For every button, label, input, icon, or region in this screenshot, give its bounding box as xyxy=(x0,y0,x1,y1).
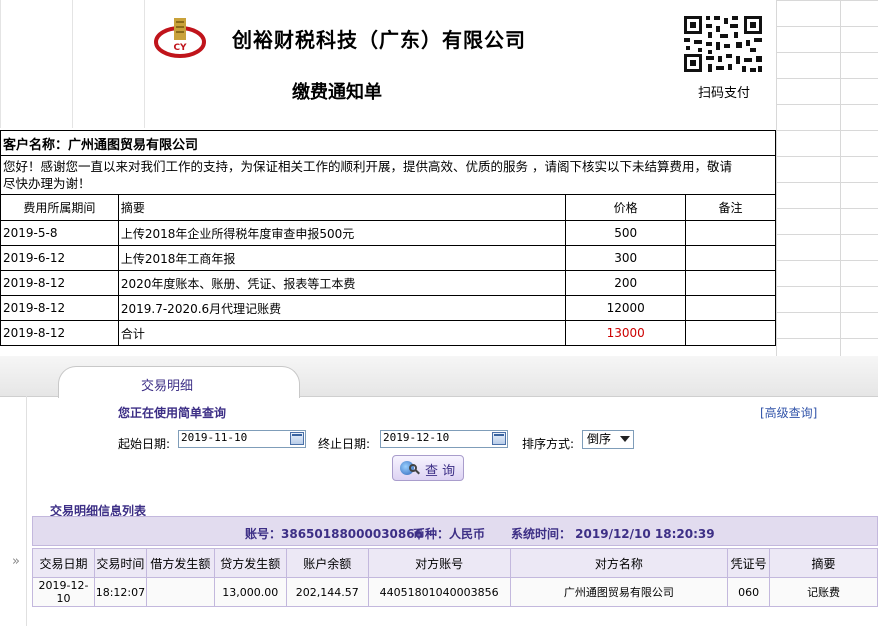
row-summary: 上传2018年企业所得税年度审查申报500元 xyxy=(117,220,567,246)
qr-pay-label: 扫码支付 xyxy=(698,86,751,101)
col-header: 贷方发生额 xyxy=(213,548,287,578)
row-price: 12000 xyxy=(565,295,687,321)
tx-time: 18:12:07 xyxy=(93,577,147,607)
col-header: 凭证号 xyxy=(727,548,771,578)
company-title: 创裕财税科技（广东）有限公司 xyxy=(232,28,526,52)
col-header: 摘要 xyxy=(769,548,878,578)
customer-name: 客户名称：广州通图贸易有限公司 xyxy=(0,130,776,156)
total-price: 13000 xyxy=(565,320,687,346)
row-price: 200 xyxy=(565,270,687,296)
tab-label: 交易明细 xyxy=(141,379,194,394)
row-period: 2019-5-8 xyxy=(0,220,119,246)
invoice-total-row: 2019-8-12 合计 13000 xyxy=(0,320,776,346)
col-header: 对方名称 xyxy=(509,548,729,578)
row-period: 2019-8-12 xyxy=(0,295,119,321)
sort-order-value: 倒序 xyxy=(587,432,612,446)
invoice-row: 2019-5-8 上传2018年企业所得税年度审查申报500元 500 xyxy=(0,220,776,246)
row-price: 500 xyxy=(565,220,687,246)
advanced-query-link[interactable]: [高级查询] xyxy=(760,404,817,421)
col-header: 交易时间 xyxy=(93,548,147,578)
invoice-row: 2019-8-12 2020年度账本、账册、凭证、报表等工本费 200 xyxy=(0,270,776,296)
row-remark xyxy=(685,295,776,321)
spreadsheet-grid-background xyxy=(776,0,878,356)
calendar-icon[interactable] xyxy=(290,432,304,445)
start-date-label: 起始日期: xyxy=(118,437,171,451)
invoice-row: 2019-8-12 2019.7-2020.6月代理记账费 12000 xyxy=(0,295,776,321)
row-remark xyxy=(685,320,776,346)
row-period: 2019-8-12 xyxy=(0,270,119,296)
row-period: 2019-6-12 xyxy=(0,245,119,271)
invoice-table: 客户名称：广州通图贸易有限公司 您好！感谢您一直以来对我们工作的支持，为保证相关… xyxy=(0,130,776,346)
expand-arrow-icon[interactable]: » xyxy=(12,554,20,569)
spreadsheet-grid-left xyxy=(0,0,150,128)
invoice-row: 2019-6-12 上传2018年工商年报 300 xyxy=(0,245,776,271)
row-summary: 2020年度账本、账册、凭证、报表等工本费 xyxy=(117,270,567,296)
end-date-input[interactable]: 2019-12-10 xyxy=(380,430,508,448)
tx-credit: 13,000.00 xyxy=(213,577,287,607)
greeting-row: 您好！感谢您一直以来对我们工作的支持，为保证相关工作的顺利开展，提供高效、优质的… xyxy=(0,155,776,195)
col-header: 对方账号 xyxy=(367,548,511,578)
table-row[interactable]: 2019-12-10 18:12:07 13,000.00 202,144.57… xyxy=(32,577,878,607)
row-summary: 合计 xyxy=(117,320,567,346)
tx-date: 2019-12-10 xyxy=(32,577,95,607)
sort-order-select[interactable]: 倒序 xyxy=(582,430,634,449)
col-header-price: 价格 xyxy=(565,194,687,221)
qr-code-icon xyxy=(680,12,766,76)
search-icon-handle xyxy=(415,469,420,475)
company-logo-icon: CY xyxy=(154,18,206,58)
query-button[interactable]: 查 询 xyxy=(392,455,464,481)
row-remark xyxy=(685,245,776,271)
bank-transaction-panel: 交易明细 您正在使用简单查询 [高级查询] 起始日期: 2019-11-10 终… xyxy=(0,356,878,626)
tx-debit xyxy=(145,577,215,607)
end-date-label: 终止日期: xyxy=(318,437,371,451)
document-title: 缴费通知单 xyxy=(292,82,382,103)
invoice-header-row: 费用所属期间 摘要 价格 备注 xyxy=(0,194,776,221)
row-remark xyxy=(685,220,776,246)
transaction-header-row: 交易日期 交易时间 借方发生额 贷方发生额 账户余额 对方账号 对方名称 凭证号… xyxy=(32,548,878,578)
sort-label: 排序方式: xyxy=(522,437,575,451)
col-header: 账户余额 xyxy=(285,548,369,578)
chevron-down-icon xyxy=(620,436,630,442)
col-header-remark: 备注 xyxy=(685,194,776,221)
greeting-line-2: 尽快办理为谢！ xyxy=(3,176,91,191)
calendar-icon[interactable] xyxy=(492,432,506,445)
account-number: 账号：38650188000030866 xyxy=(245,527,423,541)
tx-summary: 记账费 xyxy=(769,577,878,607)
currency: 币种：人民币 xyxy=(413,527,486,541)
logo-text: CY xyxy=(173,43,187,53)
start-date-input[interactable]: 2019-11-10 xyxy=(178,430,306,448)
tab-transaction-details[interactable]: 交易明细 xyxy=(58,366,300,398)
transaction-table: 交易日期 交易时间 借方发生额 贷方发生额 账户余额 对方账号 对方名称 凭证号… xyxy=(32,548,878,607)
col-header-period: 费用所属期间 xyxy=(0,194,119,221)
query-button-label: 查 询 xyxy=(425,464,456,479)
col-header: 交易日期 xyxy=(32,548,95,578)
greeting-line-1: 您好！感谢您一直以来对我们工作的支持，为保证相关工作的顺利开展，提供高效、优质的… xyxy=(3,159,732,174)
tx-voucher: 060 xyxy=(727,577,771,607)
tx-counter-account: 44051801040003856 xyxy=(367,577,511,607)
row-price: 300 xyxy=(565,245,687,271)
customer-row: 客户名称：广州通图贸易有限公司 xyxy=(0,130,776,156)
tx-balance: 202,144.57 xyxy=(285,577,369,607)
row-summary: 2019.7-2020.6月代理记账费 xyxy=(117,295,567,321)
row-period: 2019-8-12 xyxy=(0,320,119,346)
row-remark xyxy=(685,270,776,296)
tab-strip: 交易明细 xyxy=(0,356,878,398)
col-header: 借方发生额 xyxy=(145,548,215,578)
system-time: 系统时间： 2019/12/10 18:20:39 xyxy=(511,527,715,541)
account-info-bar: 账号：38650188000030866 币种：人民币 系统时间： 2019/1… xyxy=(32,516,878,546)
greeting-text: 您好！感谢您一直以来对我们工作的支持，为保证相关工作的顺利开展，提供高效、优质的… xyxy=(0,155,776,195)
tx-counter-name: 广州通图贸易有限公司 xyxy=(509,577,729,607)
panel-border xyxy=(26,396,27,626)
simple-query-label: 您正在使用简单查询 xyxy=(118,406,227,420)
col-header-summary: 摘要 xyxy=(117,194,567,221)
row-summary: 上传2018年工商年报 xyxy=(117,245,567,271)
